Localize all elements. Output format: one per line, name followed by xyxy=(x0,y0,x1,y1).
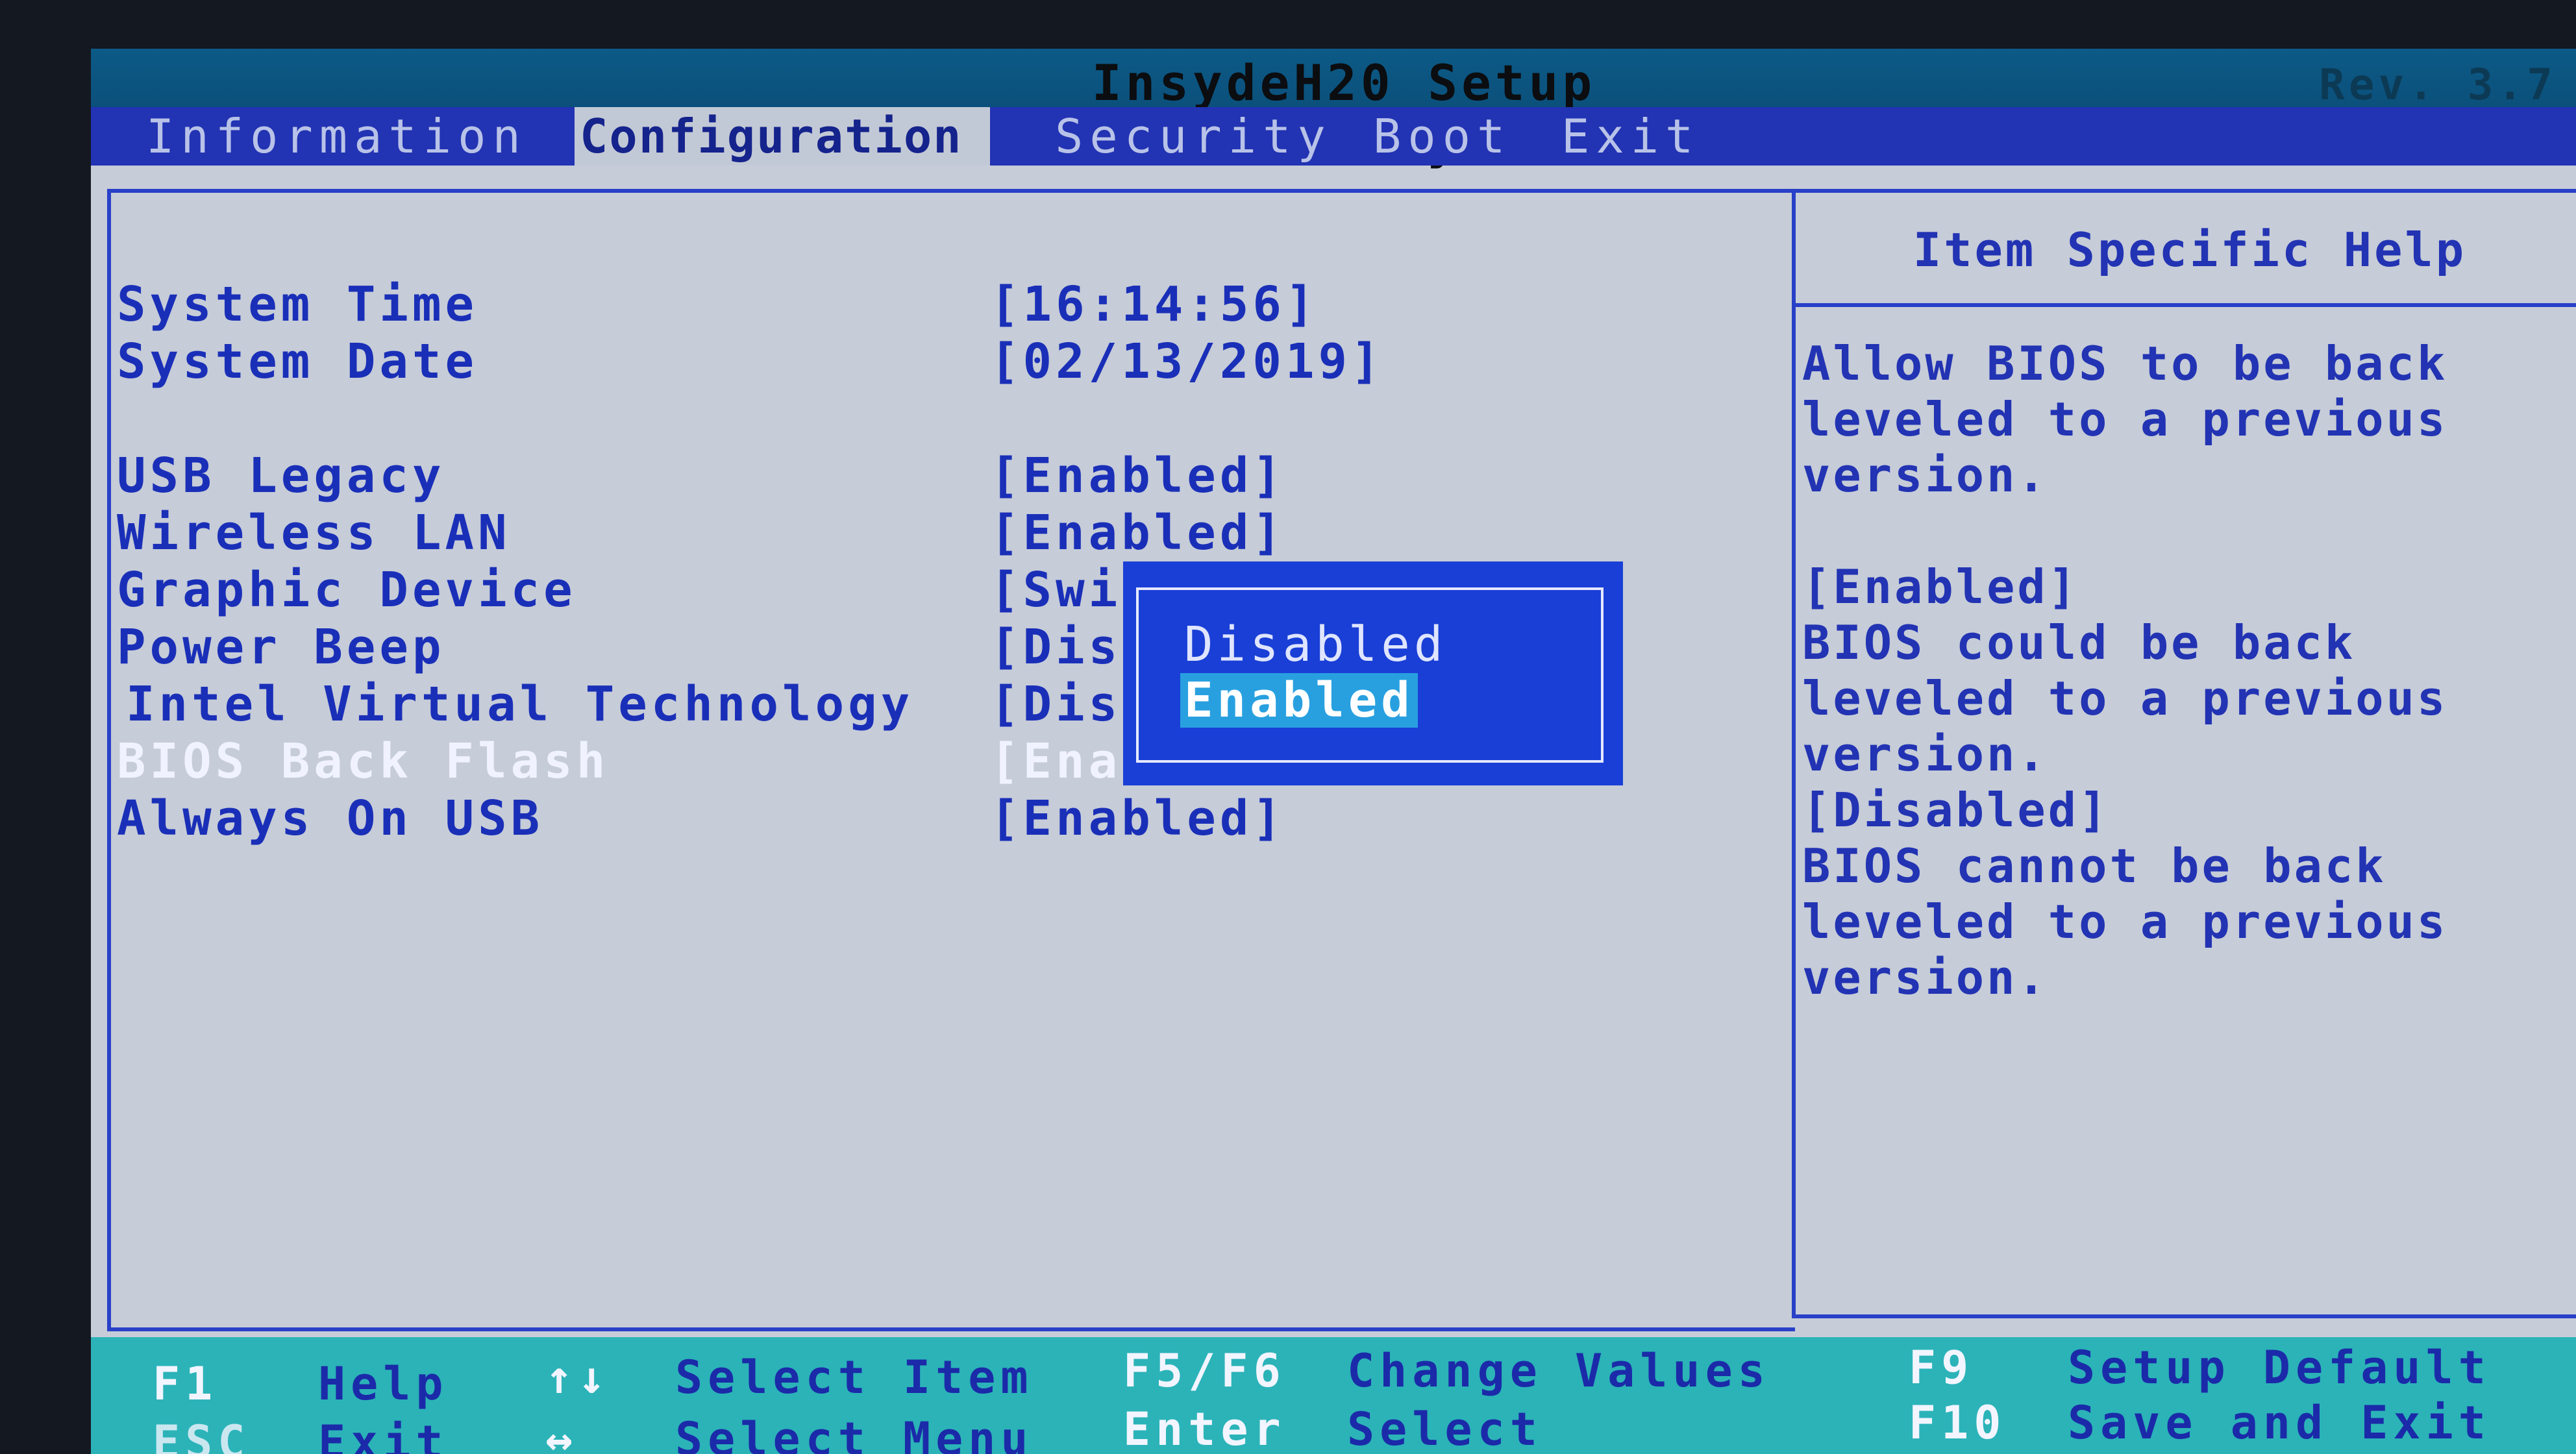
tab-security[interactable]: Security xyxy=(1055,107,1328,166)
setting-system-date[interactable]: System Date [02/13/2019] xyxy=(117,333,1740,390)
help-line: [Enabled] xyxy=(1802,560,2079,614)
option-popup-frame: Disabled Enabled xyxy=(1136,587,1604,763)
revision-label: Rev. 3.7 xyxy=(2319,60,2557,110)
help-title: Item Specific Help xyxy=(1796,193,2576,307)
setting-value[interactable]: [Enabled] xyxy=(990,504,1285,561)
help-line: leveled to a previous xyxy=(1802,671,2448,726)
title-bar: InsydeH20 Setup Utility Rev. 3.7 xyxy=(91,49,2576,170)
help-line: version. xyxy=(1802,727,2048,782)
footer-key-f9: F9 xyxy=(1909,1341,1974,1394)
help-line: BIOS could be back xyxy=(1802,615,2356,670)
footer-action-select-menu: Select Menu xyxy=(675,1412,1034,1454)
tab-information[interactable]: Information xyxy=(107,107,521,166)
setting-value[interactable]: [02/13/2019] xyxy=(990,333,1384,390)
tab-exit[interactable]: Exit xyxy=(1561,107,1730,166)
setting-wireless-lan[interactable]: Wireless LAN [Enabled] xyxy=(117,504,1740,561)
option-popup: Disabled Enabled xyxy=(1123,561,1623,785)
menu-bar: Information Configuration Security Boot … xyxy=(91,107,2576,166)
setting-label: System Time xyxy=(117,277,478,332)
help-line: [Disabled] xyxy=(1802,783,2110,837)
setting-label: Intel Virtual Technology xyxy=(126,676,914,732)
help-line: BIOS cannot be back xyxy=(1802,839,2386,893)
setting-label: Graphic Device xyxy=(117,562,576,618)
setting-usb-legacy[interactable]: USB Legacy [Enabled] xyxy=(117,447,1740,504)
help-line xyxy=(1802,503,2575,559)
footer-key-f5f6: F5/F6 xyxy=(1123,1344,1286,1398)
setting-value[interactable]: [16:14:56] xyxy=(990,276,1319,333)
bios-screen: InsydeH20 Setup Utility Rev. 3.7 Informa… xyxy=(91,49,2576,1454)
help-panel: Item Specific Help Allow BIOS to be back… xyxy=(1792,189,2576,1318)
footer-action-select-item: Select Item xyxy=(675,1351,1034,1404)
help-body: Allow BIOS to be back leveled to a previ… xyxy=(1802,336,2575,1005)
footer-action-save-and-exit: Save and Exit xyxy=(2068,1396,2491,1449)
footer-action-select: Select xyxy=(1347,1403,1542,1454)
setting-value[interactable]: [Enabled] xyxy=(990,447,1285,504)
popup-option-enabled[interactable]: Enabled xyxy=(1180,673,1418,728)
help-line: leveled to a previous xyxy=(1802,894,2448,949)
footer-action-change-values: Change Values xyxy=(1347,1344,1770,1398)
help-line: version. xyxy=(1802,448,2048,502)
footer-key-esc: ESC xyxy=(153,1416,251,1454)
footer-key-leftright: ↔ xyxy=(545,1412,578,1454)
footer-key-f1: F1 xyxy=(153,1357,218,1411)
footer-key-f10: F10 xyxy=(1909,1396,2007,1449)
setting-always-on-usb[interactable]: Always On USB [Enabled] xyxy=(117,790,1740,847)
tab-boot[interactable]: Boot xyxy=(1373,107,1548,166)
setting-label: Wireless LAN xyxy=(117,505,511,561)
help-line: Allow BIOS to be back xyxy=(1802,336,2448,391)
footer-key-updown: ↑↓ xyxy=(545,1351,611,1404)
footer-action-setup-default: Setup Default xyxy=(2068,1341,2491,1394)
setting-label: BIOS Back Flash xyxy=(117,733,610,789)
setting-label: Always On USB xyxy=(117,791,544,846)
setting-label: Power Beep xyxy=(117,619,445,675)
setting-label: USB Legacy xyxy=(117,448,445,504)
footer-key-enter: Enter xyxy=(1123,1403,1286,1454)
help-line: leveled to a previous xyxy=(1802,392,2448,447)
tab-configuration[interactable]: Configuration xyxy=(575,107,990,166)
help-line: version. xyxy=(1802,950,2048,1005)
popup-option-disabled[interactable]: Disabled xyxy=(1184,617,1446,672)
footer-action-help: Help xyxy=(318,1357,449,1411)
footer-action-exit: Exit xyxy=(318,1416,449,1454)
setting-label: System Date xyxy=(117,334,478,389)
setting-system-time[interactable]: System Time [16:14:56] xyxy=(117,276,1740,333)
key-help-bar: F1 Help ↑↓ Select Item F5/F6 Change Valu… xyxy=(91,1337,2576,1454)
setting-value[interactable]: [Enabled] xyxy=(990,790,1285,847)
